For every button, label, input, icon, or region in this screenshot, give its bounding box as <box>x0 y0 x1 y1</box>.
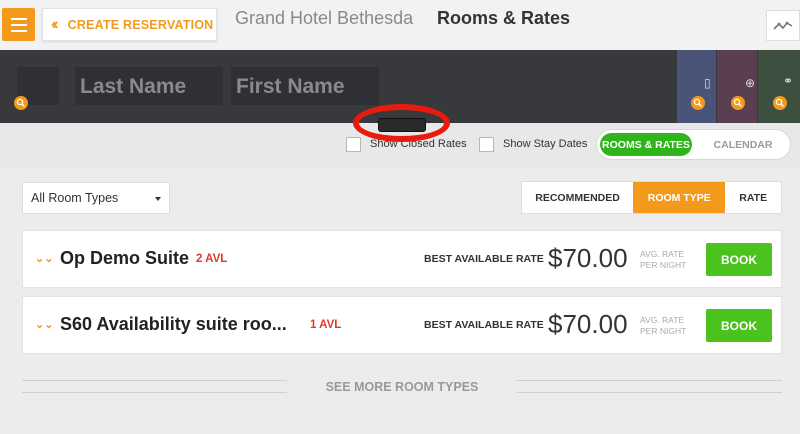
sort-recommended[interactable]: RECOMMENDED <box>522 182 633 213</box>
avg-rate-line: AVG. RATE <box>640 249 685 259</box>
show-closed-rates-checkbox[interactable] <box>346 137 361 152</box>
view-toggle: ROOMS & RATES CALENDAR <box>596 129 791 160</box>
annotation-ring <box>353 104 450 142</box>
menu-icon-line <box>10 23 27 26</box>
room-price: $70.00 <box>548 243 628 273</box>
rate-plan-label: BEST AVAILABLE RATE <box>424 319 544 331</box>
per-night-line: PER NIGHT <box>640 260 687 270</box>
last-name-placeholder: Last Name <box>80 75 187 98</box>
room-row[interactable]: ⌄⌄ S60 Availability suite roo... 1 AVL B… <box>22 296 782 354</box>
activity-button[interactable] <box>766 10 800 41</box>
tab-calendar[interactable]: CALENDAR <box>698 133 788 156</box>
sort-toggle: RECOMMENDED ROOM TYPE RATE <box>521 181 782 214</box>
rate-plan-label: BEST AVAILABLE RATE <box>424 253 544 265</box>
double-chevron-left-icon: ‹‹ <box>51 15 58 33</box>
wave-icon <box>773 21 793 30</box>
circles-icon: ⚭ <box>783 74 794 88</box>
room-row[interactable]: ⌄⌄ Op Demo Suite 2 AVL BEST AVAILABLE RA… <box>22 230 782 288</box>
search-icon[interactable] <box>731 96 745 110</box>
avg-rate-line: AVG. RATE <box>640 315 685 325</box>
room-type-select-value: All Room Types <box>31 191 119 205</box>
room-type-select[interactable]: All Room Types <box>22 182 170 214</box>
addons-tab[interactable] <box>758 50 800 123</box>
show-stay-dates-label: Show Stay Dates <box>503 138 588 150</box>
chevron-down-icon[interactable]: ⌄⌄ <box>35 318 53 331</box>
caret-down-icon <box>155 197 161 201</box>
menu-icon-line <box>10 17 27 20</box>
room-name: Op Demo Suite <box>60 248 190 268</box>
room-name: S60 Availability suite roo... <box>60 314 287 334</box>
book-button[interactable]: BOOK <box>706 243 772 276</box>
availability-count: 2 AVL <box>196 253 228 265</box>
page-title: Rooms & Rates <box>437 8 571 28</box>
create-reservation-button[interactable]: ‹‹ CREATE RESERVATION <box>42 8 217 41</box>
menu-icon-line <box>10 29 27 32</box>
show-stay-dates-checkbox[interactable] <box>479 137 494 152</box>
avg-rate-note: AVG. RATE PER NIGHT <box>640 249 686 271</box>
availability-count: 1 AVL <box>310 319 342 331</box>
search-icon[interactable] <box>691 96 705 110</box>
see-more-room-types-button[interactable]: SEE MORE ROOM TYPES <box>287 372 517 402</box>
hotel-name: Grand Hotel Bethesda <box>235 8 414 28</box>
globe-icon: ⊕ <box>745 76 756 90</box>
room-price: $70.00 <box>548 309 628 339</box>
search-icon[interactable] <box>14 96 28 110</box>
create-reservation-label: CREATE RESERVATION <box>67 17 214 32</box>
chevron-down-icon[interactable]: ⌄⌄ <box>35 252 53 265</box>
search-icon[interactable] <box>773 96 787 110</box>
per-night-line: PER NIGHT <box>640 326 687 336</box>
avg-rate-note: AVG. RATE PER NIGHT <box>640 315 686 337</box>
book-button[interactable]: BOOK <box>706 309 772 342</box>
id-card-icon: ▯ <box>704 76 711 90</box>
hamburger-menu-button[interactable] <box>2 8 35 41</box>
top-bar: ‹‹ CREATE RESERVATION Grand Hotel Bethes… <box>0 0 800 50</box>
sort-rate[interactable]: RATE <box>725 182 781 213</box>
sort-room-type[interactable]: ROOM TYPE <box>633 182 726 213</box>
tab-rooms-rates[interactable]: ROOMS & RATES <box>600 133 692 156</box>
first-name-placeholder: First Name <box>236 75 345 98</box>
